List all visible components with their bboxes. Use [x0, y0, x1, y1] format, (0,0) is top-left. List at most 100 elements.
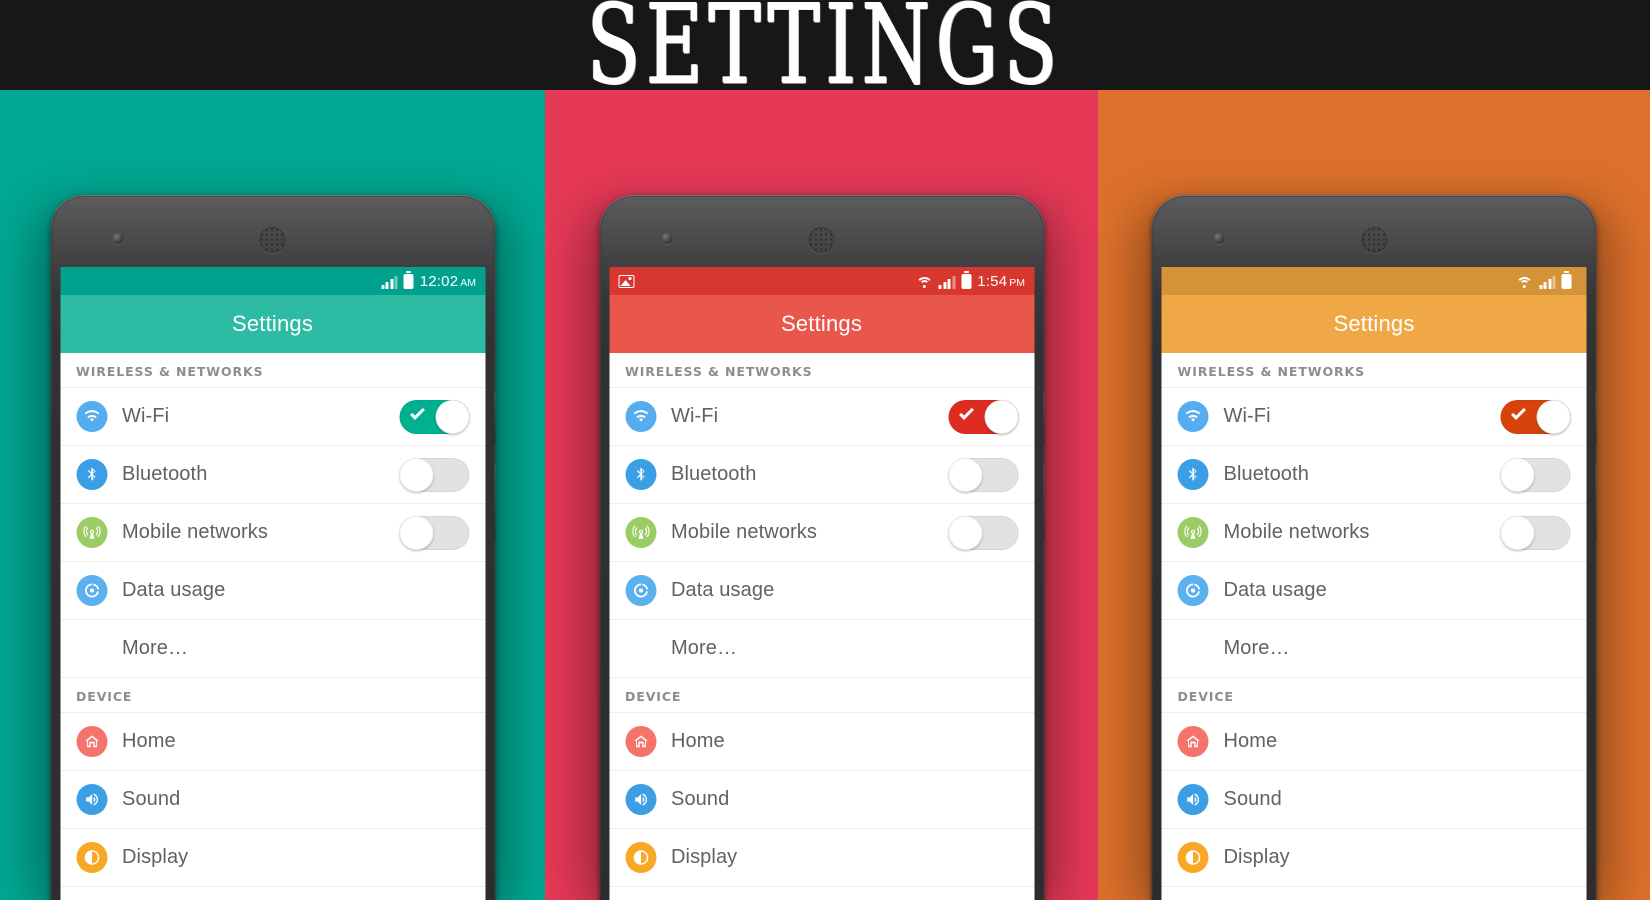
toggle-knob[interactable] [948, 515, 982, 550]
statusbar-right-icons: 1:54 PM [915, 273, 1025, 289]
toggle-wi-fi[interactable] [399, 399, 469, 434]
list-item[interactable]: Mobile networks [60, 504, 485, 562]
toggle-bluetooth[interactable] [1500, 457, 1571, 492]
toggle-knob[interactable] [984, 399, 1018, 434]
settings-list[interactable]: WIRELESS & NETWORKS Wi-Fi Bluetooth Mobile … [609, 353, 1034, 900]
list-item[interactable]: Wi-Fi [1161, 388, 1587, 446]
section-header: WIRELESS & NETWORKS [60, 353, 485, 388]
list-item[interactable]: More… [609, 620, 1034, 678]
toggle-bluetooth[interactable] [399, 457, 469, 492]
phone-panel-3: Settings WIRELESS & NETWORKS Wi-Fi Bluetoot… [1098, 90, 1650, 900]
sound-icon [76, 784, 107, 815]
list-item[interactable]: Data usage [1161, 562, 1587, 620]
earpiece-speaker-icon [808, 227, 835, 253]
list-item[interactable]: Mobile networks [1161, 504, 1587, 562]
list-item[interactable]: Sound [609, 771, 1034, 829]
section-header: WIRELESS & NETWORKS [609, 353, 1034, 388]
list-item[interactable]: Bluetooth [609, 446, 1034, 504]
list-item-label: Display [1223, 846, 1290, 868]
list-item[interactable]: Storage [609, 887, 1034, 900]
list-item[interactable]: Sound [1161, 771, 1587, 829]
toggle-knob[interactable] [1536, 399, 1571, 434]
phone-panels: 12:02 AM Settings WIRELESS & NETWORKS Wi-Fi B… [0, 90, 1650, 900]
check-icon [958, 404, 974, 420]
check-icon [1511, 404, 1526, 420]
toggle-bluetooth[interactable] [948, 457, 1018, 492]
front-camera-icon [1213, 233, 1225, 244]
phone-body: 1:54 PM Settings WIRELESS & NETWORKS Wi-Fi Bl… [599, 195, 1044, 900]
list-item-label: Bluetooth [122, 463, 208, 485]
statusbar-left-icons [618, 274, 634, 288]
wifi-statusbar-icon [915, 276, 933, 289]
volume-button[interactable] [1595, 463, 1597, 541]
list-item-label: More… [122, 637, 189, 659]
volume-button[interactable] [494, 463, 495, 541]
list-item[interactable]: Display [609, 829, 1034, 887]
list-item[interactable]: Home [60, 713, 485, 771]
bluetooth-icon [76, 459, 107, 490]
display-icon [625, 842, 656, 873]
battery-icon [403, 273, 414, 289]
home-icon [625, 726, 656, 757]
data-usage-icon [76, 575, 107, 606]
toggle-knob[interactable] [399, 515, 433, 550]
list-item-label: Mobile networks [671, 521, 818, 543]
list-item[interactable]: Data usage [60, 562, 485, 620]
toggle-mobile-networks[interactable] [399, 515, 469, 550]
app-title: Settings [231, 311, 314, 336]
list-item[interactable]: Display [1161, 829, 1587, 887]
data-usage-icon [625, 575, 656, 606]
list-item[interactable]: Wi-Fi [609, 388, 1034, 446]
list-item[interactable]: Sound [60, 771, 485, 829]
front-camera-icon [112, 233, 123, 244]
settings-list[interactable]: WIRELESS & NETWORKS Wi-Fi Bluetooth Mobile … [1161, 353, 1587, 900]
app-title: Settings [780, 311, 863, 336]
battery-icon [1561, 273, 1572, 289]
display-icon [1177, 842, 1209, 873]
toggle-knob[interactable] [948, 457, 982, 492]
toggle-knob[interactable] [399, 457, 433, 492]
volume-button[interactable] [1043, 463, 1044, 541]
power-button[interactable] [1595, 391, 1597, 443]
toggle-knob[interactable] [1500, 457, 1535, 492]
power-button[interactable] [1043, 391, 1044, 443]
phone-device: 1:54 PM Settings WIRELESS & NETWORKS Wi-Fi Bl… [581, 195, 1062, 900]
list-item[interactable]: Bluetooth [60, 446, 485, 504]
list-item-label: Bluetooth [1223, 463, 1309, 485]
list-item[interactable]: Display [60, 829, 485, 887]
toggle-knob[interactable] [1500, 515, 1535, 550]
settings-theme-showcase: SETTINGS 12:02 AM Settings WIRELESS & NETWO… [0, 0, 1650, 900]
wifi-icon [76, 401, 107, 432]
display-icon [76, 842, 107, 873]
toggle-mobile-networks[interactable] [1500, 515, 1571, 550]
app-title-bar: Settings [609, 295, 1034, 353]
statusbar-right-icons: 12:02 AM [381, 273, 476, 289]
list-item[interactable]: Home [1161, 713, 1587, 771]
list-item[interactable]: Data usage [609, 562, 1034, 620]
list-item[interactable]: More… [60, 620, 485, 678]
statusbar-ampm: AM [460, 276, 476, 289]
power-button[interactable] [494, 391, 495, 443]
list-item-label: Home [1223, 730, 1278, 752]
list-item-label: Display [671, 846, 738, 868]
earpiece-speaker-icon [259, 227, 286, 253]
list-item[interactable]: More… [1161, 620, 1587, 678]
list-item[interactable]: Home [609, 713, 1034, 771]
list-item[interactable]: Bluetooth [1161, 446, 1587, 504]
settings-list[interactable]: WIRELESS & NETWORKS Wi-Fi Bluetooth Mobile … [60, 353, 485, 900]
list-item[interactable]: Storage [1161, 887, 1587, 900]
toggle-mobile-networks[interactable] [948, 515, 1018, 550]
toggle-wi-fi[interactable] [1500, 399, 1571, 434]
status-bar: 1:54 PM [609, 267, 1034, 295]
check-icon [409, 404, 425, 420]
list-item[interactable]: Storage [60, 887, 485, 900]
list-item[interactable]: Wi-Fi [60, 388, 485, 446]
phone-screen: 12:02 AM Settings WIRELESS & NETWORKS Wi-Fi B… [60, 267, 485, 900]
list-item-label: Home [122, 730, 176, 752]
list-item-label: Sound [122, 788, 181, 810]
list-item[interactable]: Mobile networks [609, 504, 1034, 562]
list-item-label: Bluetooth [671, 463, 757, 485]
bluetooth-icon [625, 459, 656, 490]
toggle-wi-fi[interactable] [948, 399, 1018, 434]
toggle-knob[interactable] [435, 399, 469, 434]
